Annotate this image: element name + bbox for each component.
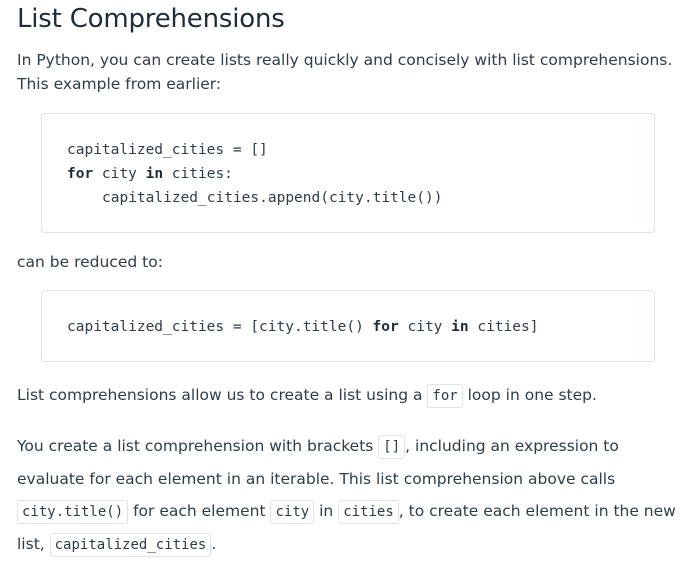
inline-code-city-title: city.title() (17, 500, 129, 524)
inline-code-brackets: [] (378, 435, 406, 459)
keyword-for: for (67, 166, 94, 182)
code-text: city (93, 166, 146, 182)
text: You create a list comprehension with bra… (17, 437, 379, 455)
page-title: List Comprehensions (17, 4, 285, 34)
code-block-comprehension[interactable]: capitalized_cities = [city.title() for c… (41, 290, 655, 362)
inline-code-city: city (270, 500, 315, 524)
code-block-loop[interactable]: capitalized_cities = [] for city in citi… (41, 113, 655, 233)
code-text: city (398, 319, 452, 335)
code-line-1: capitalized_cities = [] (67, 142, 268, 158)
reduced-paragraph: can be reduced to: (17, 253, 163, 271)
code-line-1: capitalized_cities = [city.title() for c… (67, 315, 654, 339)
text: for each element (128, 502, 271, 520)
inline-code-for: for (427, 384, 463, 408)
inline-code-cities: cities (338, 500, 399, 524)
code-line-3: capitalized_cities.append(city.title()) (102, 190, 443, 206)
code-line-2: for city in cities: (67, 162, 654, 186)
inline-code-capitalized-cities: capitalized_cities (49, 533, 212, 557)
text: loop in one step. (462, 386, 597, 404)
code-text: capitalized_cities = [city.title() (67, 319, 373, 335)
comprehension-summary-paragraph: List comprehensions allow us to create a… (17, 383, 679, 408)
code-text: cities] (468, 319, 539, 335)
text: List comprehensions allow us to create a… (17, 386, 428, 404)
keyword-for: for (372, 319, 399, 335)
code-text: cities: (163, 166, 233, 182)
text: . (211, 535, 217, 553)
text: in (314, 502, 339, 520)
keyword-in: in (145, 166, 164, 182)
keyword-in: in (451, 319, 469, 335)
comprehension-detail-paragraph: You create a list comprehension with bra… (17, 430, 679, 561)
intro-paragraph: In Python, you can create lists really q… (17, 51, 673, 93)
